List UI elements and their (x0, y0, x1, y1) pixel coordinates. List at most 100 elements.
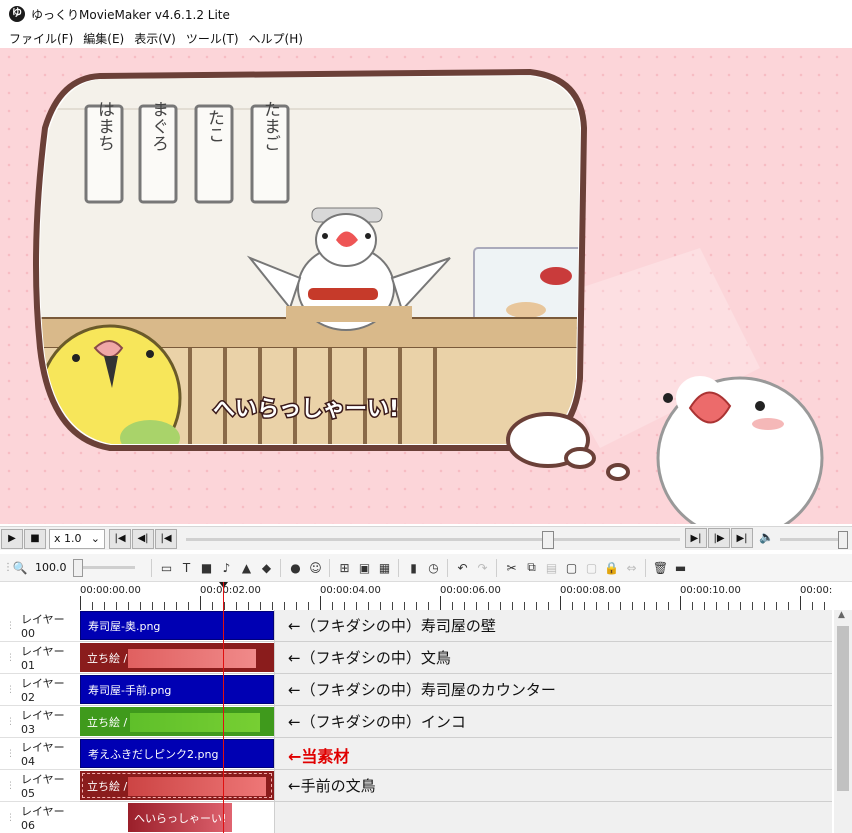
vertical-scrollbar[interactable]: ▲ (834, 610, 852, 833)
copy-icon[interactable]: ⧉ (523, 559, 541, 577)
ruler-ticks (80, 602, 832, 610)
layer-note: ←手前の文鳥 (288, 777, 376, 795)
layer-note: ←（フキダシの中）寿司屋のカウンター (288, 681, 556, 699)
lock-icon[interactable]: 🔒 (603, 559, 621, 577)
redo-icon[interactable]: ↷ (474, 559, 492, 577)
stop-button[interactable]: ■ (24, 528, 46, 549)
menu-file[interactable]: ファイル(F) (4, 30, 78, 47)
next-frame-button[interactable]: |▶ (708, 528, 730, 548)
clip-label: 考えふきだしピンク2.png (88, 747, 219, 761)
layer-name: レイヤー 03 (21, 709, 65, 736)
layer-header[interactable]: ⋮ レイヤー 06 (0, 802, 80, 833)
music-icon[interactable]: ♪ (218, 559, 236, 577)
shapes-icon[interactable]: ◆ (258, 559, 276, 577)
timeline-clip[interactable]: へいらっしゃーい! (128, 803, 232, 832)
video-preview[interactable]: はまち まぐろ たこ たまご へいらっしゃーい! (0, 48, 852, 524)
skip-start-icon: |◀ (114, 533, 126, 544)
clock-icon[interactable]: ◷ (425, 559, 443, 577)
java-sparrow (656, 376, 824, 524)
track-row: 寿司屋-手前.png ←（フキダシの中）寿司屋のカウンター (80, 674, 832, 706)
sign-text-2: まぐろ (148, 101, 168, 152)
scroll-up-icon[interactable]: ▲ (838, 610, 845, 620)
volume-thumb[interactable] (838, 531, 848, 549)
ruler-label: 00:00:02.00 (200, 585, 261, 596)
toolbar-separator (644, 558, 646, 577)
volume-icon[interactable]: 🔈 (759, 530, 774, 544)
timeline-clip[interactable]: 寿司屋-奥.png (80, 611, 274, 640)
speed-select[interactable]: x 1.0 ⌄ (49, 528, 105, 549)
next-button[interactable]: ▶| (685, 528, 707, 548)
undo-icon[interactable]: ↶ (454, 559, 472, 577)
ruler-major-tick (440, 596, 441, 610)
face-icon[interactable]: ☺ (307, 559, 325, 577)
drag-handle-icon[interactable]: ⋮ (6, 621, 15, 631)
video-icon[interactable]: ■ (198, 559, 216, 577)
drag-handle-icon[interactable]: ⋮ (6, 717, 15, 727)
drag-handle-icon[interactable]: ⋮ (6, 813, 15, 823)
drag-handle-icon[interactable]: ⋮ (6, 685, 15, 695)
drag-handle-icon[interactable]: ⋮ (6, 653, 15, 663)
seek-thumb[interactable] (542, 531, 554, 549)
layer-header[interactable]: ⋮ レイヤー 01 (0, 642, 80, 674)
timeline-clip[interactable]: 立ち絵 / (80, 707, 274, 736)
prev-frame-button[interactable]: ◀| (132, 528, 154, 549)
layer-header[interactable]: ⋮ レイヤー 04 (0, 738, 80, 770)
group-icon[interactable]: ▢ (563, 559, 581, 577)
layer-header[interactable]: ⋮ レイヤー 03 (0, 706, 80, 738)
delete-all-icon[interactable]: ▬ (672, 559, 690, 577)
menu-view[interactable]: 表示(V) (129, 30, 181, 47)
toolbar-grip[interactable]: ⋮ (3, 562, 13, 573)
go-start-button[interactable]: |◀ (109, 528, 131, 549)
drag-handle-icon[interactable]: ⋮ (6, 749, 15, 759)
grid-icon[interactable]: ▦ (376, 559, 394, 577)
scrollbar-thumb[interactable] (837, 626, 849, 791)
save-icon[interactable]: ▮ (405, 559, 423, 577)
toolbar-separator (150, 558, 152, 577)
zoom-slider[interactable] (72, 559, 135, 577)
layer-note: ←（フキダシの中）文鳥 (288, 649, 451, 667)
track-row: 立ち絵 / ←（フキダシの中）文鳥 (80, 642, 832, 674)
ruler-label: 00:00: (800, 585, 832, 596)
image-icon[interactable]: ▲ (238, 559, 256, 577)
timeline-clip-selected[interactable]: 立ち絵 / (80, 771, 274, 800)
delete-icon[interactable]: 🗑 (652, 559, 670, 577)
layer-note: ←（フキダシの中）寿司屋の壁 (288, 617, 496, 635)
timeline-clip[interactable]: 考えふきだしピンク2.png (80, 739, 274, 768)
menu-help[interactable]: ヘルプ(H) (244, 30, 308, 47)
timeline-clip[interactable]: 寿司屋-手前.png (80, 675, 274, 704)
menu-edit[interactable]: 編集(E) (78, 30, 129, 47)
layer-header[interactable]: ⋮ レイヤー 05 (0, 770, 80, 802)
clip-thumbnail-bar (130, 713, 260, 732)
split-icon[interactable]: ⇔ (623, 559, 641, 577)
timeline-clip[interactable]: 立ち絵 / (80, 643, 274, 672)
chevron-down-icon: ⌄ (90, 532, 100, 545)
text-icon[interactable]: T (178, 559, 196, 577)
caption-text: へいらっしゃーい! (213, 397, 399, 422)
menu-tools[interactable]: ツール(T) (181, 30, 244, 47)
add-clip-icon[interactable]: ⊞ (336, 559, 354, 577)
ruler-major-tick (200, 596, 201, 610)
picture-icon[interactable]: ▣ (356, 559, 374, 577)
volume-track[interactable] (780, 538, 842, 541)
ungroup-icon[interactable]: ▢ (583, 559, 601, 577)
timeline-tracks: 寿司屋-奥.png ←（フキダシの中）寿司屋の壁 立ち絵 / ←（フキダシの中）… (80, 610, 832, 833)
timeline-ruler[interactable]: 00:00:00.00 00:00:02.00 00:00:04.00 00:0… (80, 582, 832, 610)
play-button[interactable]: ▶ (1, 528, 23, 549)
ruler-major-tick (80, 596, 81, 610)
back-icon: |◀ (160, 533, 172, 544)
layer-name: レイヤー 01 (21, 645, 65, 672)
seek-track[interactable] (186, 538, 680, 541)
layer-name: レイヤー 02 (21, 677, 65, 704)
drag-handle-icon[interactable]: ⋮ (6, 781, 15, 791)
sign-text-4: たまご (260, 101, 280, 152)
layer-header[interactable]: ⋮ レイヤー 00 (0, 610, 80, 642)
cut-icon[interactable]: ✂ (503, 559, 521, 577)
go-end-button[interactable]: ▶| (731, 528, 753, 548)
prev-button[interactable]: |◀ (155, 528, 177, 549)
playhead[interactable] (223, 582, 224, 833)
person-icon[interactable]: ● (287, 559, 305, 577)
paste-icon[interactable]: ▤ (543, 559, 561, 577)
comment-icon[interactable]: ▭ (158, 559, 176, 577)
toolbar-separator (279, 558, 281, 577)
layer-header[interactable]: ⋮ レイヤー 02 (0, 674, 80, 706)
